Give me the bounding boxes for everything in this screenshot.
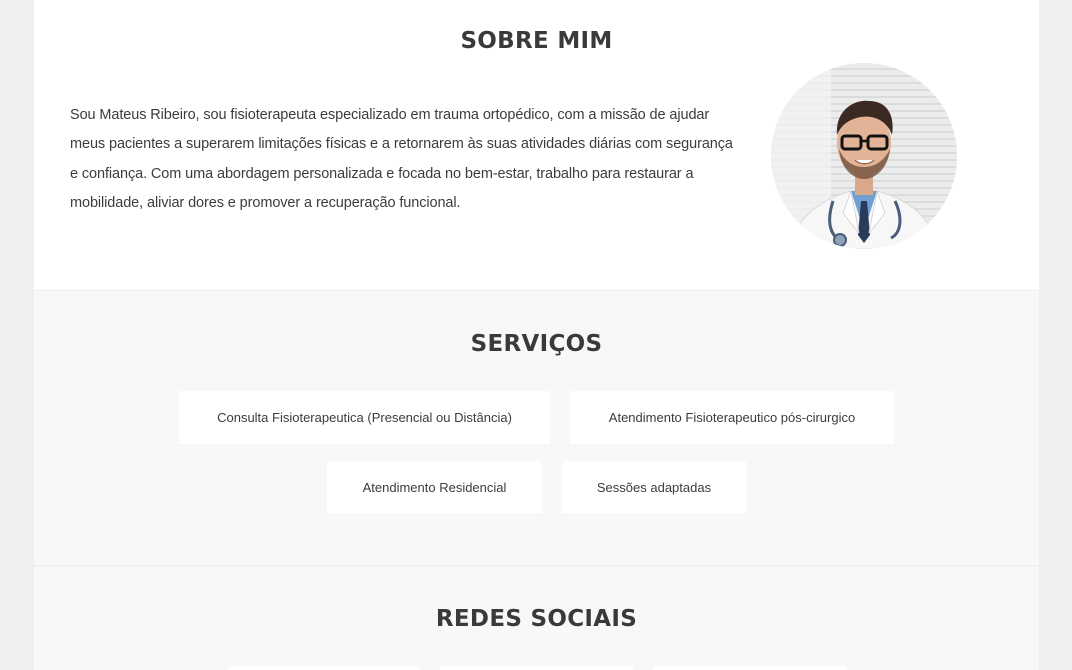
- service-card[interactable]: Atendimento Fisioterapeutico pós-cirurgi…: [570, 391, 894, 444]
- social-card[interactable]: [440, 666, 633, 670]
- profile-photo: [771, 63, 957, 249]
- service-card[interactable]: Atendimento Residencial: [327, 461, 542, 514]
- about-title: SOBRE MIM: [460, 28, 613, 54]
- about-text: Sou Mateus Ribeiro, sou fisioterapeuta e…: [70, 107, 733, 211]
- social-title: REDES SOCIAIS: [435, 606, 638, 632]
- service-card[interactable]: Sessões adaptadas: [562, 461, 746, 514]
- service-card[interactable]: Consulta Fisioterapeutica (Presencial ou…: [179, 391, 550, 444]
- social-card[interactable]: [653, 666, 846, 670]
- doctor-portrait-illustration: [771, 63, 957, 249]
- about-section: SOBRE MIM Sou Mateus Ribeiro, sou fisiot…: [34, 0, 1039, 291]
- services-title: SERVIÇOS: [470, 331, 603, 357]
- services-section: SERVIÇOS Consulta Fisioterapeutica (Pres…: [34, 291, 1039, 566]
- social-card[interactable]: [228, 666, 420, 670]
- page-container: SOBRE MIM Sou Mateus Ribeiro, sou fisiot…: [34, 0, 1039, 670]
- social-section: REDES SOCIAIS: [34, 566, 1039, 670]
